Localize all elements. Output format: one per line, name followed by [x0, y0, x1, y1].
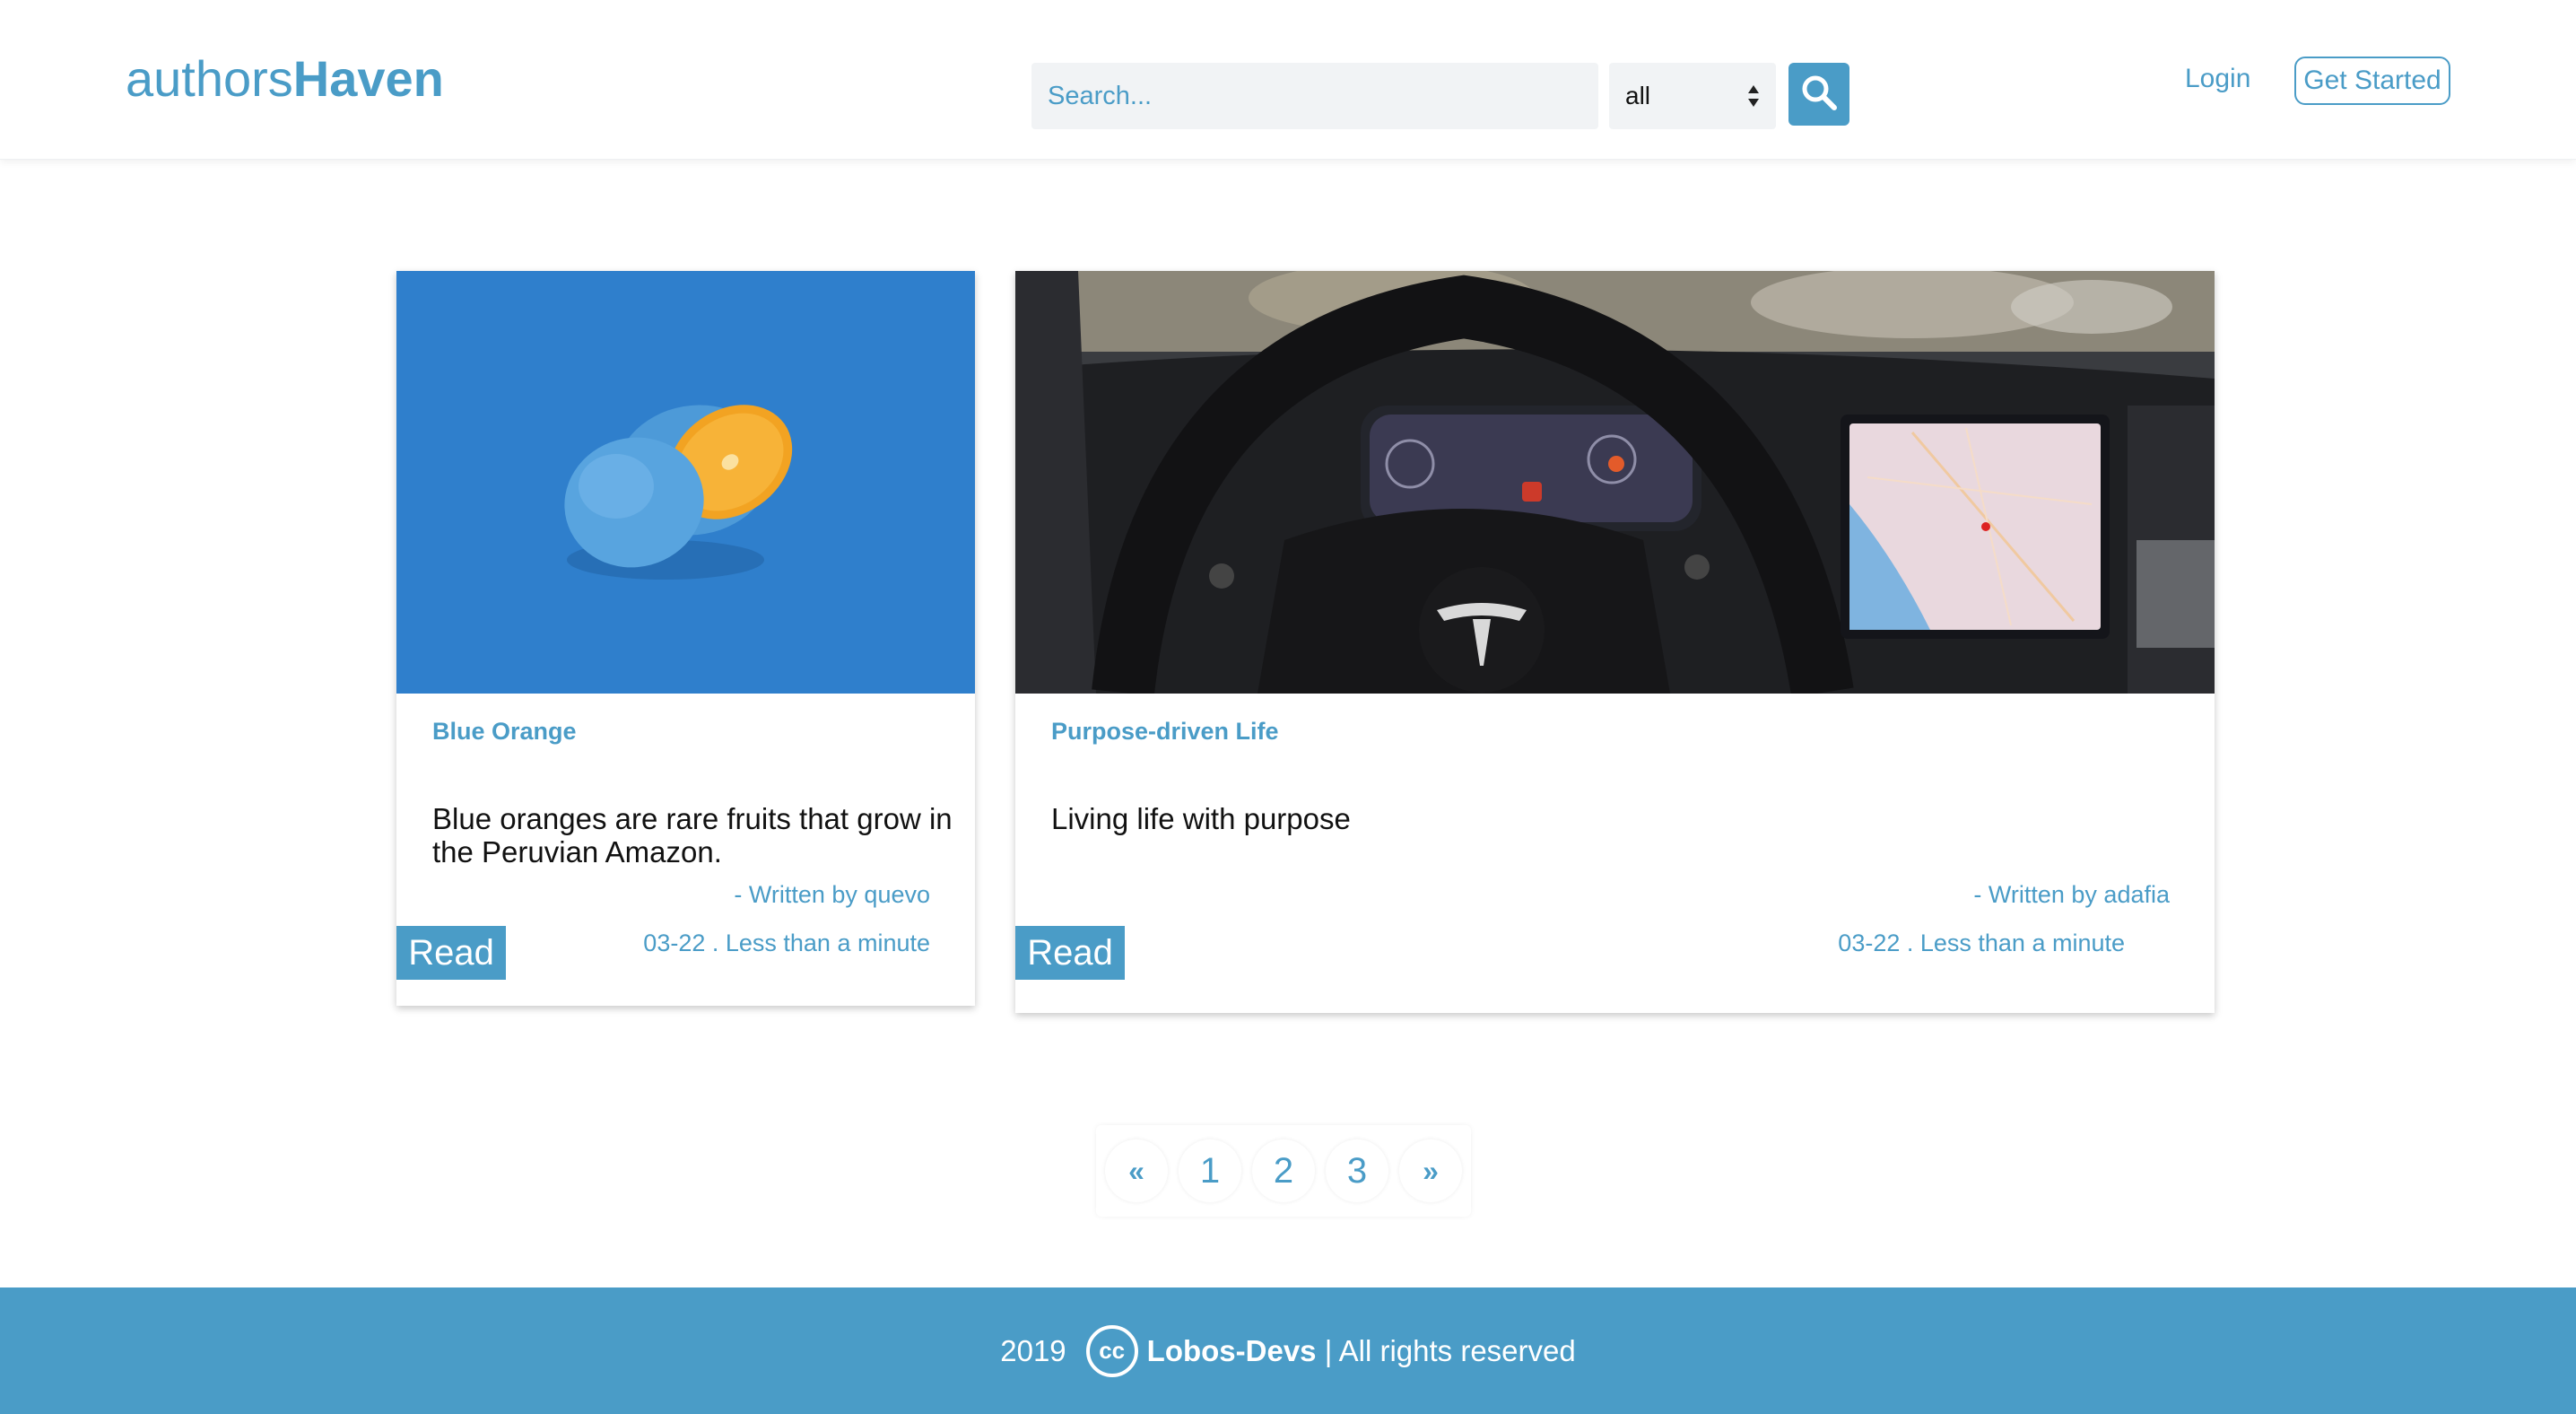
- pagination-page-2[interactable]: 2: [1252, 1139, 1315, 1202]
- search-filter-select[interactable]: all: [1609, 63, 1776, 129]
- article-title[interactable]: Blue Orange: [432, 718, 577, 746]
- pagination-prev-button[interactable]: «: [1105, 1139, 1168, 1202]
- footer-org-name: Lobos-Devs: [1146, 1333, 1317, 1367]
- brand-name-light: authors: [126, 50, 293, 107]
- footer-rights-text: | All rights reserved: [1324, 1333, 1576, 1367]
- pagination-page-1[interactable]: 1: [1179, 1139, 1241, 1202]
- search-filter-value: all: [1625, 82, 1651, 109]
- article-card: Blue Orange Blue oranges are rare fruits…: [396, 271, 975, 1006]
- article-description: Living life with purpose: [1051, 802, 1351, 835]
- creative-commons-icon: cc: [1085, 1324, 1138, 1377]
- pagination-page-3[interactable]: 3: [1326, 1139, 1388, 1202]
- get-started-button[interactable]: Get Started: [2294, 57, 2450, 105]
- top-navbar: authorsHaven all Login Get Started: [0, 0, 2576, 160]
- search-icon: [1799, 73, 1839, 117]
- pagination-next-button[interactable]: »: [1399, 1139, 1462, 1202]
- article-image-car-interior[interactable]: [1015, 271, 2215, 694]
- article-card: Purpose-driven Life Living life with pur…: [1015, 271, 2215, 1013]
- login-link[interactable]: Login: [2185, 61, 2250, 97]
- read-button[interactable]: Read: [1015, 926, 1125, 980]
- search-button[interactable]: [1788, 63, 1849, 126]
- footer: 2019 cc Lobos-Devs | All rights reserved: [0, 1287, 2576, 1414]
- search-input[interactable]: [1031, 63, 1598, 129]
- article-author: - Written by quevo: [734, 881, 930, 908]
- article-description: Blue oranges are rare fruits that grow i…: [432, 802, 953, 868]
- select-arrows-icon: [1747, 83, 1760, 109]
- article-meta: 03-22 . Less than a minute: [1838, 930, 2125, 956]
- brand-name-bold: Haven: [292, 50, 444, 107]
- brand-logo[interactable]: authorsHaven: [126, 47, 444, 111]
- article-image-blue-orange[interactable]: [396, 271, 975, 694]
- article-title[interactable]: Purpose-driven Life: [1051, 718, 1279, 746]
- footer-year: 2019: [1000, 1333, 1066, 1367]
- read-button[interactable]: Read: [396, 926, 506, 980]
- pagination: « 1 2 3 »: [1096, 1125, 1471, 1217]
- article-meta: 03-22 . Less than a minute: [643, 930, 930, 956]
- article-author: - Written by adafia: [1973, 881, 2170, 908]
- footer-rights: [1317, 1334, 1325, 1368]
